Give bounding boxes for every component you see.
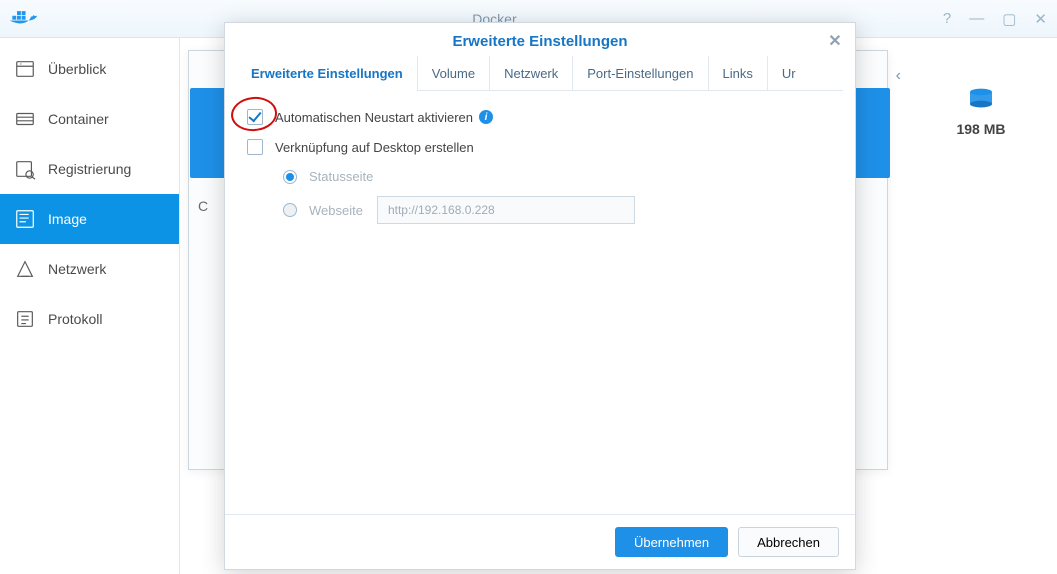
sidebar-item-protocol[interactable]: Protokoll xyxy=(0,294,179,344)
advanced-settings-modal: Erweiterte Einstellungen ✕ Erweiterte Ei… xyxy=(224,22,856,570)
maximize-button[interactable]: ▢ xyxy=(1002,10,1016,28)
window-controls: ? — ▢ ✕ xyxy=(943,10,1047,28)
radio-row-status: Statusseite xyxy=(283,169,833,184)
desktop-shortcut-label: Verknüpfung auf Desktop erstellen xyxy=(275,140,474,155)
modal-title-text: Erweiterte Einstellungen xyxy=(452,33,627,50)
tab-volume[interactable]: Volume xyxy=(418,56,490,90)
row-auto-restart: Automatischen Neustart aktivieren i xyxy=(247,109,833,125)
protocol-icon xyxy=(14,308,36,330)
close-window-button[interactable]: ✕ xyxy=(1034,10,1047,28)
sidebar: Überblick Container Registrierung Image … xyxy=(0,38,180,574)
desktop-shortcut-checkbox[interactable] xyxy=(247,139,263,155)
radio-website-label: Webseite xyxy=(309,203,363,218)
docker-icon xyxy=(10,8,38,30)
storage-value: 198 MB xyxy=(911,121,1051,137)
storage-indicator: 198 MB xyxy=(911,88,1051,137)
registry-icon xyxy=(14,158,36,180)
shortcut-type-group: Statusseite Webseite xyxy=(283,169,833,224)
auto-restart-checkbox[interactable] xyxy=(247,109,263,125)
image-icon xyxy=(14,208,36,230)
tab-links[interactable]: Links xyxy=(709,56,768,90)
sidebar-item-label: Registrierung xyxy=(48,161,131,177)
sidebar-item-registry[interactable]: Registrierung xyxy=(0,144,179,194)
tab-advanced[interactable]: Erweiterte Einstellungen xyxy=(237,56,418,90)
sidebar-item-container[interactable]: Container xyxy=(0,94,179,144)
website-url-input[interactable] xyxy=(377,196,635,224)
sidebar-item-label: Image xyxy=(48,211,87,227)
tab-ports[interactable]: Port-Einstellungen xyxy=(573,56,708,90)
modal-title: Erweiterte Einstellungen ✕ xyxy=(225,23,855,56)
overview-icon xyxy=(14,58,36,80)
network-icon xyxy=(14,258,36,280)
radio-website[interactable] xyxy=(283,203,297,217)
close-icon[interactable]: ✕ xyxy=(827,31,843,47)
sidebar-item-overview[interactable]: Überblick xyxy=(0,44,179,94)
auto-restart-label: Automatischen Neustart aktivieren xyxy=(275,110,473,125)
apply-button[interactable]: Übernehmen xyxy=(615,527,728,557)
truncated-label: C xyxy=(198,198,208,214)
modal-body: Automatischen Neustart aktivieren i Verk… xyxy=(225,91,855,514)
sidebar-item-label: Protokoll xyxy=(48,311,102,327)
modal-tabs: Erweiterte Einstellungen Volume Netzwerk… xyxy=(237,56,843,91)
radio-status-label: Statusseite xyxy=(309,169,373,184)
sidebar-item-label: Netzwerk xyxy=(48,261,106,277)
row-desktop-shortcut: Verknüpfung auf Desktop erstellen xyxy=(247,139,833,155)
disk-icon xyxy=(911,88,1051,117)
sidebar-item-network[interactable]: Netzwerk xyxy=(0,244,179,294)
cancel-button[interactable]: Abbrechen xyxy=(738,527,839,557)
sidebar-item-label: Überblick xyxy=(48,61,106,77)
sidebar-item-image[interactable]: Image xyxy=(0,194,179,244)
radio-row-website: Webseite xyxy=(283,196,833,224)
modal-footer: Übernehmen Abbrechen xyxy=(225,514,855,569)
tab-truncated[interactable]: Ur xyxy=(768,56,810,90)
radio-status[interactable] xyxy=(283,170,297,184)
container-icon xyxy=(14,108,36,130)
chevron-left-icon: ‹ xyxy=(896,67,901,85)
help-button[interactable]: ? xyxy=(943,10,951,28)
tab-network[interactable]: Netzwerk xyxy=(490,56,573,90)
sidebar-item-label: Container xyxy=(48,111,109,127)
info-icon[interactable]: i xyxy=(479,110,493,124)
minimize-button[interactable]: — xyxy=(969,10,984,28)
